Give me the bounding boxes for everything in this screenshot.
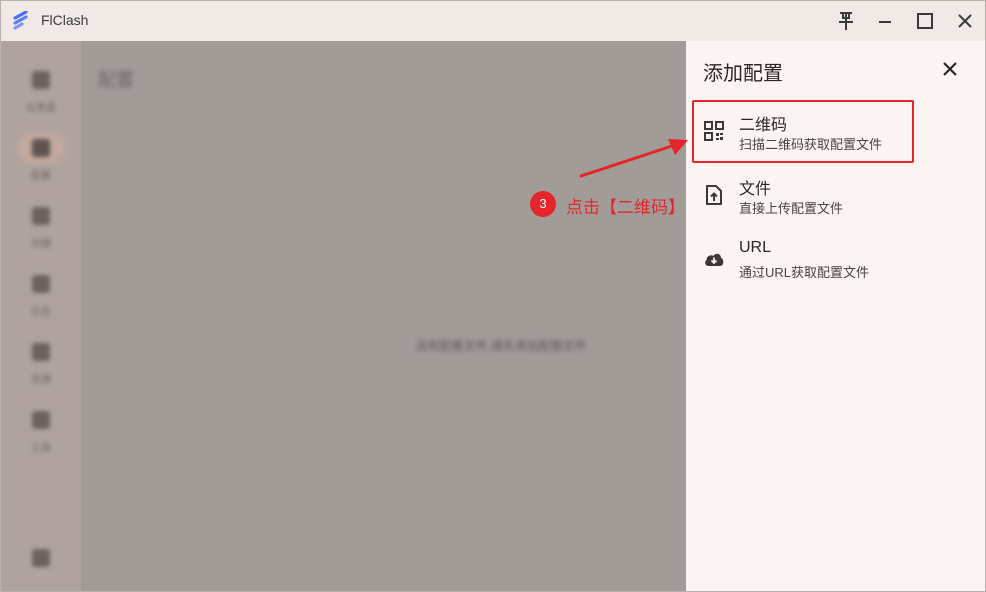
cloud-download-icon bbox=[703, 248, 725, 270]
empty-state-text: 没有配置文件,请先添加配置文件 bbox=[415, 339, 587, 353]
rail-item-proxies[interactable]: 代理 bbox=[21, 207, 61, 257]
main-content-scrim[interactable]: 仪表盘 配置 代理 日志 资源 工具 配置 没有配置文件,请先添加配置文件 bbox=[1, 41, 686, 591]
file-upload-icon bbox=[703, 184, 725, 206]
rail-item-dashboard[interactable]: 仪表盘 bbox=[21, 71, 61, 121]
rail-item-label: 资源 bbox=[31, 375, 51, 386]
panel-close-button[interactable] bbox=[938, 57, 962, 81]
rail-item-label: 代理 bbox=[31, 239, 51, 250]
rail-item-logs[interactable]: 日志 bbox=[21, 275, 61, 325]
proxy-icon bbox=[32, 207, 50, 225]
add-by-file-option[interactable]: 文件 直接上传配置文件 bbox=[686, 165, 985, 227]
option-description: 直接上传配置文件 bbox=[739, 201, 844, 216]
rail-item-label: 仪表盘 bbox=[26, 103, 56, 114]
flclash-logo-icon bbox=[11, 10, 31, 31]
dashboard-icon bbox=[32, 71, 50, 89]
folder-icon bbox=[32, 139, 50, 157]
rail-item-tools[interactable]: 工具 bbox=[21, 411, 61, 461]
log-icon bbox=[32, 275, 50, 293]
maximize-button[interactable] bbox=[913, 9, 937, 33]
close-icon bbox=[943, 62, 957, 76]
pin-window-button[interactable] bbox=[834, 9, 858, 33]
option-title: 文件 bbox=[739, 181, 772, 198]
rail-item-theme[interactable] bbox=[21, 549, 61, 591]
title-bar: FlClash bbox=[1, 1, 985, 41]
rail-item-resources[interactable]: 资源 bbox=[21, 343, 61, 393]
step-instruction-text: 点击【二维码】 bbox=[566, 198, 685, 217]
theme-icon bbox=[32, 549, 50, 567]
qrcode-highlight-box bbox=[692, 100, 914, 163]
rail-item-profiles[interactable]: 配置 bbox=[21, 139, 61, 189]
tools-icon bbox=[32, 411, 50, 429]
option-title: URL bbox=[739, 239, 772, 256]
minimize-icon bbox=[879, 21, 891, 23]
panel-title: 添加配置 bbox=[703, 63, 783, 85]
close-window-button[interactable] bbox=[953, 9, 977, 33]
rail-item-label: 配置 bbox=[31, 171, 51, 182]
close-icon bbox=[958, 14, 972, 28]
resource-icon bbox=[32, 343, 50, 361]
rail-item-label: 工具 bbox=[31, 443, 51, 454]
navigation-rail: 仪表盘 配置 代理 日志 资源 工具 bbox=[1, 41, 81, 591]
add-by-url-option[interactable]: URL 通过URL获取配置文件 bbox=[686, 229, 985, 291]
maximize-icon bbox=[917, 13, 933, 29]
step-number-badge: 3 bbox=[530, 191, 556, 217]
page-title: 配置 bbox=[98, 70, 134, 90]
rail-item-label: 日志 bbox=[31, 307, 51, 318]
pin-icon bbox=[839, 12, 853, 30]
option-description: 通过URL获取配置文件 bbox=[739, 265, 870, 280]
app-window: FlClash 仪表盘 配置 代理 日志 资源 工具 配置 没有配置文件,请先添… bbox=[0, 0, 986, 592]
app-title: FlClash bbox=[41, 12, 89, 28]
minimize-button[interactable] bbox=[873, 9, 897, 33]
